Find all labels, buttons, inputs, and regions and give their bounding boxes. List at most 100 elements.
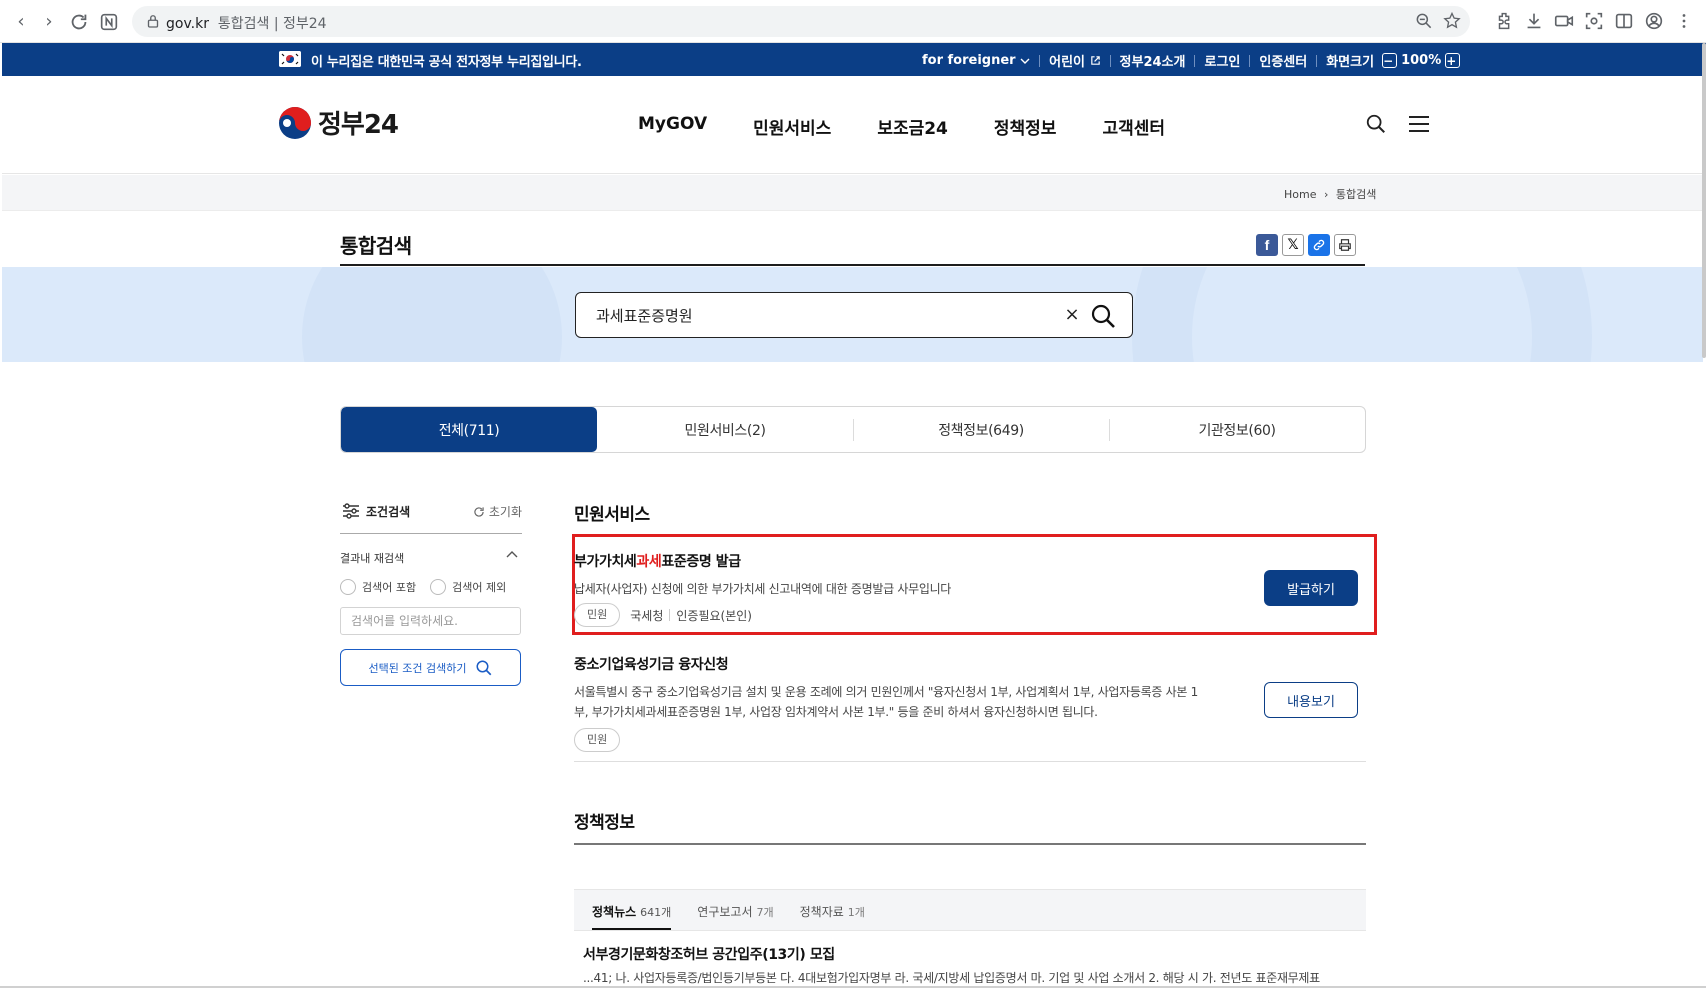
print-icon — [1339, 239, 1351, 251]
logo-text: 정부24 — [318, 110, 399, 140]
page-title: 통합검색 — [340, 234, 412, 258]
nav-mygov[interactable]: MyGOV — [638, 114, 707, 139]
naver-app-icon[interactable] — [98, 11, 120, 33]
refine-search-input[interactable] — [340, 607, 521, 635]
about-link[interactable]: 정부24소개 — [1120, 51, 1186, 70]
reset-button[interactable]: 초기화 — [472, 503, 522, 520]
tab-agency-info[interactable]: 기관정보(60) — [1109, 407, 1365, 452]
cert-center-link[interactable]: 인증센터 — [1259, 51, 1307, 70]
search-submit-icon[interactable] — [1090, 303, 1116, 329]
divider — [1039, 54, 1041, 67]
subtab-policy-materials[interactable]: 정책자료 1개 — [800, 890, 865, 930]
policy-subtabs: 정책뉴스 641개 연구보고서 7개 정책자료 1개 — [574, 889, 1366, 931]
x-share-button[interactable]: 𝕏 — [1282, 234, 1304, 256]
nav-customer-center[interactable]: 고객센터 — [1102, 114, 1165, 139]
result-description: 납세자(사업자) 신청에 의한 부가가치세 신고내역에 대한 증명발급 사무입니… — [574, 582, 952, 596]
tab-all[interactable]: 전체(711) — [341, 407, 597, 452]
kids-link[interactable]: 어린이 — [1049, 51, 1100, 70]
include-radio[interactable]: 검색어 포함 — [340, 579, 416, 595]
nav-civil-service[interactable]: 민원서비스 — [753, 114, 831, 139]
result-meta: 민원 — [574, 728, 1366, 752]
back-icon[interactable]: ‹ — [10, 11, 32, 33]
screenshot-icon[interactable] — [1583, 10, 1605, 32]
reset-label: 초기화 — [488, 505, 522, 519]
filter-panel: 조건검색 초기화 결과내 재검색 검색어 포함 검색어 제외 선택된 조건 검색… — [340, 500, 522, 686]
search-icon — [476, 660, 491, 675]
subtab-policy-news[interactable]: 정책뉴스 641개 — [592, 890, 672, 930]
page: ‹ › gov.kr 통합검색 | 정부24 이 누리집은 대한민국 공식 전자… — [0, 0, 1706, 988]
search-icon[interactable] — [1365, 113, 1387, 135]
subtab-label: 정책자료 — [799, 905, 844, 919]
site-header: 정부24 MyGOV 민원서비스 보조금24 정책정보 고객센터 — [2, 76, 1703, 174]
screen-size-label: 화면크기 — [1326, 55, 1375, 70]
subtab-research-reports[interactable]: 연구보고서 7개 — [697, 890, 773, 930]
login-link[interactable]: 로그인 — [1204, 51, 1240, 70]
extensions-icon[interactable] — [1494, 10, 1516, 32]
zoom-out-button[interactable]: − — [1382, 53, 1398, 68]
exclude-label: 검색어 제외 — [452, 581, 507, 594]
copy-link-button[interactable] — [1308, 234, 1330, 256]
zoom-in-button[interactable]: + — [1445, 53, 1461, 68]
search-input[interactable] — [596, 305, 1036, 325]
result-item: 중소기업육성기금 융자신청 서울특별시 중구 중소기업육성기금 설치 및 운용 … — [574, 654, 1366, 752]
gov-notice-bar: 이 누리집은 대한민국 공식 전자정부 누리집입니다. for foreigne… — [2, 43, 1706, 76]
gov-notice-text: 이 누리집은 대한민국 공식 전자정부 누리집입니다. — [311, 55, 582, 70]
url-text: gov.kr 통합검색 | 정부24 — [166, 13, 327, 33]
divider — [669, 609, 671, 621]
divider — [1249, 54, 1251, 67]
result-meta: 민원 국세청 인증필요(본인) — [574, 603, 1366, 627]
breadcrumb-home[interactable]: Home — [1284, 188, 1316, 201]
download-icon[interactable] — [1523, 10, 1545, 32]
apply-filter-label: 선택된 조건 검색하기 — [368, 661, 467, 675]
reload-icon[interactable] — [68, 11, 90, 33]
hamburger-menu-icon[interactable] — [1408, 114, 1430, 134]
foreigner-link[interactable]: for foreigner — [922, 53, 1030, 68]
share-tools: f 𝕏 — [1256, 234, 1356, 256]
result-title[interactable]: 부가가치세과세표준증명 발급 — [574, 551, 1366, 571]
subtab-count: 1개 — [847, 906, 865, 919]
auth-requirement: 인증필요(본인) — [676, 608, 752, 623]
browser-menu-icon[interactable] — [1673, 10, 1695, 32]
zoom-icon[interactable] — [1414, 11, 1434, 31]
within-search-label: 결과내 재검색 — [340, 552, 405, 565]
banner-decoration — [1132, 267, 1592, 362]
title-part: 표준증명 발급 — [661, 554, 741, 570]
tab-civil-service[interactable]: 민원서비스(2) — [597, 407, 853, 452]
profile-icon[interactable] — [1643, 10, 1665, 32]
url-domain: gov.kr — [166, 16, 209, 32]
page-scrollbar[interactable] — [1702, 43, 1706, 358]
facebook-share-button[interactable]: f — [1256, 234, 1278, 256]
nav-policy-info[interactable]: 정책정보 — [994, 114, 1057, 139]
tab-policy-info[interactable]: 정책정보(649) — [853, 407, 1109, 452]
taegeuk-logo-icon — [279, 106, 311, 139]
news-title[interactable]: 서부경기문화창조허브 공간입주(13기) 모집 — [583, 944, 835, 964]
title-divider — [340, 264, 1365, 266]
clear-search-button[interactable]: × — [1062, 303, 1082, 327]
radio-circle — [430, 579, 447, 595]
exclude-radio[interactable]: 검색어 제외 — [430, 579, 506, 595]
result-item: 부가가치세과세표준증명 발급 납세자(사업자) 신청에 의한 부가가치세 신고내… — [574, 551, 1366, 627]
video-icon[interactable] — [1553, 10, 1575, 32]
breadcrumb-current: 통합검색 — [1335, 188, 1377, 201]
breadcrumb-path: Home › 통합검색 — [1284, 186, 1376, 202]
banner-decoration — [302, 267, 562, 362]
site-info-icon[interactable] — [144, 12, 162, 30]
bookmark-star-icon[interactable] — [1442, 11, 1462, 31]
filter-title: 조건검색 — [366, 505, 411, 519]
radio-circle — [340, 579, 356, 595]
view-details-button[interactable]: 내용보기 — [1264, 682, 1358, 718]
result-description: 서울특별시 중구 중소기업육성기금 설치 및 운용 조례에 의거 민원인께서 "… — [574, 682, 1234, 722]
policy-divider — [574, 843, 1366, 845]
issue-button[interactable]: 발급하기 — [1264, 570, 1358, 606]
result-title[interactable]: 중소기업육성기금 융자신청 — [574, 654, 1366, 674]
address-bar[interactable]: gov.kr 통합검색 | 정부24 — [132, 6, 1470, 37]
within-search-toggle[interactable]: 결과내 재검색 — [340, 547, 522, 565]
news-description: ...41; 나. 사업자등록증/법인등기부등본 다. 4대보험가입자명부 라.… — [583, 971, 1320, 985]
print-button[interactable] — [1334, 234, 1356, 256]
side-panel-icon[interactable] — [1613, 10, 1635, 32]
apply-filter-button[interactable]: 선택된 조건 검색하기 — [340, 649, 521, 686]
site-logo[interactable]: 정부24 — [278, 104, 399, 141]
facebook-icon: f — [1264, 237, 1270, 253]
nav-subsidy24[interactable]: 보조금24 — [877, 114, 948, 139]
forward-icon[interactable]: › — [38, 11, 60, 33]
